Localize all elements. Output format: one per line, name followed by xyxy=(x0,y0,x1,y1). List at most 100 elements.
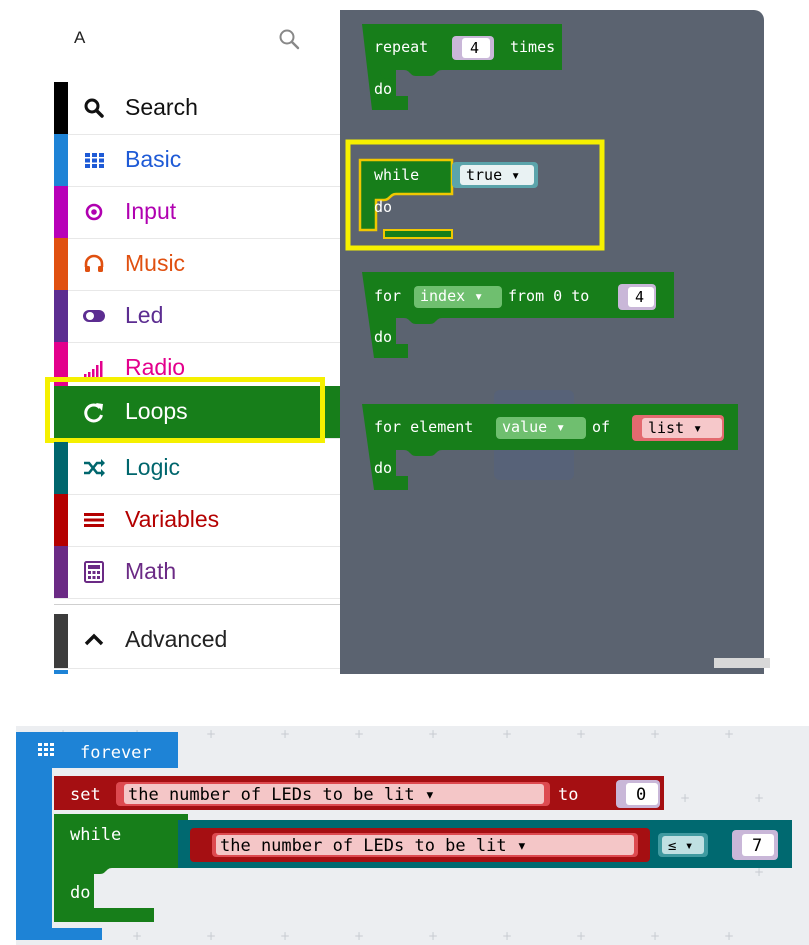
toolbox-category-basic[interactable]: Basic xyxy=(54,134,340,187)
repeat-count-field[interactable]: 4 xyxy=(470,39,479,57)
for-to-field[interactable]: 4 xyxy=(635,288,644,306)
shuffle-icon xyxy=(84,459,105,477)
for-element-keyword: for element xyxy=(374,418,473,436)
toolbox-category-led[interactable]: Led xyxy=(54,290,340,343)
toolbox-category-math[interactable]: Math xyxy=(54,546,340,599)
svg-text:+: + xyxy=(576,929,586,943)
workspace-svg: ++++ ++++++ ++ ++++ +++++ + forever set … xyxy=(16,727,792,943)
svg-text:+: + xyxy=(280,727,290,741)
svg-text:+: + xyxy=(428,929,438,943)
loops-highlight-box xyxy=(45,377,325,443)
category-label: Search xyxy=(125,94,198,120)
category-color-stripe xyxy=(54,290,68,342)
search-icon[interactable] xyxy=(278,28,300,50)
for-range-block[interactable]: for index ▾ from 0 to 4 do xyxy=(362,272,674,358)
while-condition-dropdown[interactable]: true ▾ xyxy=(466,166,520,184)
category-color-stripe xyxy=(54,82,68,134)
svg-text:+: + xyxy=(724,727,734,741)
comparison-operator-dropdown[interactable]: ≤ ▾ xyxy=(668,838,693,854)
calculator-icon xyxy=(84,561,104,583)
for-element-list-dropdown[interactable]: list ▾ xyxy=(648,419,702,437)
category-label: Logic xyxy=(125,454,180,480)
svg-text:+: + xyxy=(680,791,690,805)
for-variable-dropdown[interactable]: index ▾ xyxy=(420,287,483,305)
svg-text:+: + xyxy=(650,727,660,741)
svg-text:+: + xyxy=(502,727,512,741)
set-variable-block[interactable]: set the number of LEDs to be lit ▾ to 0 xyxy=(54,776,664,810)
for-keyword: for xyxy=(374,287,401,305)
category-color-stripe xyxy=(54,546,68,598)
toolbox-category-advanced[interactable]: Advanced xyxy=(54,614,340,669)
category-label: Math xyxy=(125,558,177,584)
category-color-stripe xyxy=(54,670,68,674)
workspace-canvas: ++++ ++++++ ++ ++++ +++++ + forever set … xyxy=(16,726,809,945)
svg-text:+: + xyxy=(754,791,764,805)
category-label: Basic xyxy=(125,146,182,172)
set-value-field[interactable]: 0 xyxy=(636,785,646,805)
comparison-block[interactable]: the number of LEDs to be lit ▾ ≤ ▾ 7 xyxy=(178,820,792,868)
list-icon xyxy=(84,513,104,527)
toolbox-search[interactable]: A xyxy=(44,10,340,68)
toggle-icon xyxy=(83,310,105,322)
category-label: Led xyxy=(125,302,164,328)
forever-keyword: forever xyxy=(80,743,152,763)
repeat-keyword: repeat xyxy=(374,38,428,56)
for-element-variable-dropdown[interactable]: value ▾ xyxy=(502,418,565,436)
toolbox: A Search Basic Input Music Led Radio Loo… xyxy=(44,10,340,674)
svg-text:+: + xyxy=(354,929,364,943)
comparison-value-field[interactable]: 7 xyxy=(752,836,762,856)
toolbox-category-music[interactable]: Music xyxy=(54,238,340,291)
category-color-stripe xyxy=(54,186,68,238)
toolbox-category-search[interactable]: Search xyxy=(54,82,340,135)
svg-text:+: + xyxy=(502,929,512,943)
repeat-block[interactable]: repeat 4 times do xyxy=(362,24,562,110)
toolbox-category-variables[interactable]: Variables xyxy=(54,494,340,547)
while-keyword: while xyxy=(374,166,419,184)
do-keyword: do xyxy=(374,459,392,477)
blocks-flyout: repeat 4 times do while true ▾ do for in… xyxy=(340,10,764,674)
category-label: Input xyxy=(125,198,177,224)
while-keyword: while xyxy=(70,825,121,845)
svg-text:+: + xyxy=(206,929,216,943)
svg-text:+: + xyxy=(650,929,660,943)
of-keyword: of xyxy=(592,418,610,436)
svg-text:+: + xyxy=(576,727,586,741)
svg-text:+: + xyxy=(354,727,364,741)
category-label: Variables xyxy=(125,506,220,532)
category-color-stripe xyxy=(54,238,68,290)
svg-text:+: + xyxy=(280,929,290,943)
to-keyword: to xyxy=(558,785,578,805)
svg-text:+: + xyxy=(724,929,734,943)
toolbox-category-input[interactable]: Input xyxy=(54,186,340,239)
svg-text:+: + xyxy=(206,727,216,741)
editor-top-panel: A Search Basic Input Music Led Radio Loo… xyxy=(44,10,770,674)
category-color-stripe xyxy=(54,442,68,494)
svg-text:+: + xyxy=(132,929,142,943)
set-keyword: set xyxy=(70,785,101,805)
from-to-keyword: from 0 to xyxy=(508,287,589,305)
grid-icon xyxy=(85,153,104,168)
times-keyword: times xyxy=(510,38,555,56)
do-keyword: do xyxy=(374,80,392,98)
while-block[interactable]: while true ▾ do xyxy=(358,158,538,239)
category-color-stripe xyxy=(54,494,68,546)
toolbox-category-logic[interactable]: Logic xyxy=(54,442,340,495)
svg-text:+: + xyxy=(428,727,438,741)
while-variable-dropdown[interactable]: the number of LEDs to be lit ▾ xyxy=(220,836,527,856)
grid-icon xyxy=(38,743,54,756)
search-icon xyxy=(84,98,104,118)
while-block[interactable]: while do the number of LEDs to be lit ▾ … xyxy=(54,814,792,922)
do-keyword: do xyxy=(70,883,90,903)
toolbox-separator xyxy=(54,604,340,605)
category-color-stripe xyxy=(54,614,68,668)
headphones-icon xyxy=(84,254,104,272)
chevron-up-icon xyxy=(84,633,104,646)
set-variable-dropdown[interactable]: the number of LEDs to be lit ▾ xyxy=(128,785,435,805)
toolbox-search-input[interactable]: A xyxy=(74,28,85,48)
do-keyword: do xyxy=(374,198,392,216)
category-color-stripe xyxy=(54,134,68,186)
do-keyword: do xyxy=(374,328,392,346)
category-label: Advanced xyxy=(125,626,228,652)
flyout-horizontal-scrollbar[interactable] xyxy=(714,658,770,668)
category-label: Music xyxy=(125,250,186,276)
